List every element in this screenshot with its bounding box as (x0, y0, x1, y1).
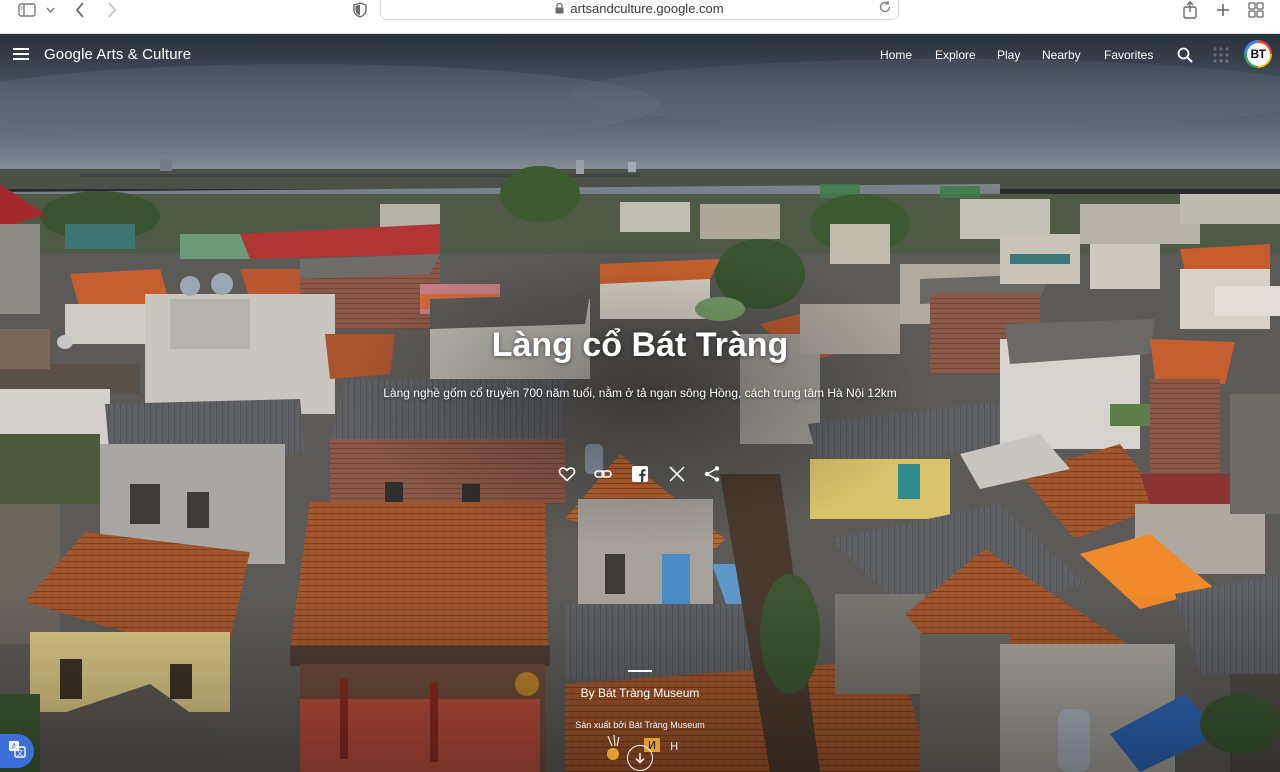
x-icon[interactable] (668, 465, 686, 483)
share-icon[interactable] (703, 465, 721, 483)
divider (628, 670, 652, 672)
story-byline[interactable]: By Bát Tràng Museum (0, 686, 1280, 700)
produced-by-label: Sản xuất bởi Bát Tràng Museum (575, 720, 705, 730)
tab-overview-icon[interactable] (1247, 0, 1265, 20)
address-bar[interactable]: artsandculture.google.com (380, 0, 899, 20)
reload-icon[interactable] (878, 0, 892, 14)
site-logo[interactable]: Google Arts & Culture (44, 46, 191, 63)
facebook-icon[interactable] (631, 465, 649, 483)
sidebar-toggle-icon[interactable] (17, 0, 37, 20)
hero-image (0, 34, 1280, 772)
link-icon[interactable] (594, 465, 612, 483)
nav-favorites[interactable]: Favorites (1104, 48, 1153, 62)
hamburger-menu-icon[interactable] (13, 48, 29, 62)
browser-toolbar: artsandculture.google.com (0, 0, 1280, 34)
nav-nearby[interactable]: Nearby (1042, 48, 1081, 62)
svg-text:H: H (670, 740, 678, 753)
search-icon[interactable] (1177, 47, 1193, 63)
avatar-initials: BT (1246, 42, 1270, 66)
chevron-down-icon[interactable] (44, 0, 56, 20)
heart-icon[interactable] (558, 465, 576, 483)
address-url: artsandculture.google.com (570, 0, 724, 16)
translate-button[interactable]: A文 (0, 734, 34, 768)
share-sheet-icon[interactable] (1181, 0, 1199, 20)
story-subtitle: Làng nghề gốm cổ truyền 700 năm tuổi, nằ… (383, 386, 897, 400)
privacy-shield-icon[interactable] (351, 0, 369, 20)
nav-home[interactable]: Home (880, 48, 912, 62)
new-tab-icon[interactable] (1214, 0, 1232, 20)
chevron-down-icon[interactable] (627, 745, 653, 771)
apps-grid-icon[interactable] (1213, 47, 1229, 63)
translate-icon: A文 (8, 740, 26, 763)
site-header: Google Arts & Culture Home Explore Play … (0, 34, 1280, 76)
lock-icon (555, 2, 564, 14)
story-title: Làng cổ Bát Tràng (491, 326, 789, 364)
user-avatar[interactable]: BT (1244, 40, 1272, 68)
svg-text:文: 文 (17, 748, 24, 757)
forward-arrow-icon[interactable] (104, 0, 120, 20)
nav-play[interactable]: Play (997, 48, 1020, 62)
nav-explore[interactable]: Explore (935, 48, 976, 62)
back-arrow-icon[interactable] (72, 0, 88, 20)
hero-overlay (0, 34, 1280, 772)
